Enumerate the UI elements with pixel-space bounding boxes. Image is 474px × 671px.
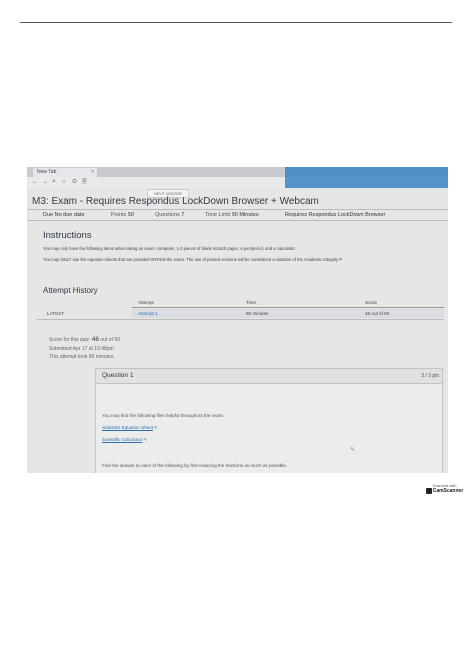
camscanner-watermark: Scanned with CamScanner [422, 483, 467, 494]
home-icon[interactable]: ⊙ [72, 177, 77, 188]
points-label: Points [111, 212, 127, 218]
statistics-sheet-link-row: Statistics Equation Sheet ⇱ [102, 425, 158, 430]
question-prompt: Find the answer to each of the following… [102, 463, 288, 468]
external-link-icon: ⇱ [154, 425, 158, 430]
reload-icon[interactable]: ○ [62, 177, 66, 188]
exam-page: HELP CENTER M3: Exam - Requires Respondu… [27, 188, 448, 473]
question-points: 3 / 3 pts [421, 373, 439, 379]
question-intro: You may find the following files helpful… [102, 413, 225, 418]
column-header-score: Score [365, 300, 378, 305]
score-prefix: Score for this quiz: [49, 337, 91, 343]
attempt-score: 46 out of 50 [365, 311, 390, 316]
browser-tab-title: New Tab [37, 169, 57, 175]
question-title: Question 1 [102, 372, 134, 379]
column-header-time: Time [246, 300, 257, 305]
question-header: Question 1 3 / 3 pts [96, 369, 442, 384]
screen-photo: New Tab × ← → × ○ ⊙ 🗎 HELP CENTER M3: Ex… [27, 167, 448, 473]
attempt-time: 90 minutes [246, 311, 269, 316]
mouse-cursor-icon: ⇖ [350, 447, 356, 453]
table-header-rule [132, 307, 444, 308]
top-rule [20, 22, 452, 23]
statistics-equation-sheet-link[interactable]: Statistics Equation Sheet [102, 425, 153, 430]
points-info: Points 50 [111, 210, 134, 220]
score-suffix: out of 50 [100, 337, 120, 343]
camscanner-logo-icon [425, 488, 432, 494]
points-value: 50 [127, 212, 134, 218]
time-limit-info: Time Limit 90 Minutes [205, 210, 259, 220]
questions-label: Questions [155, 212, 180, 218]
external-link-icon: ⇱ [143, 437, 147, 442]
questions-value: 7 [181, 212, 185, 218]
instructions-line-2: You may ONLY use the equation sheets tha… [43, 257, 343, 262]
scientific-calculator-link[interactable]: Scientific Calculator [102, 437, 142, 442]
attempt-history-heading: Attempt History [43, 286, 98, 295]
question-card: Question 1 3 / 3 pts You may find the fo… [95, 368, 443, 473]
instructions-heading: Instructions [43, 230, 92, 241]
table-bottom-rule [37, 319, 444, 320]
duration-line: This attempt took 90 minutes. [49, 354, 115, 360]
close-icon[interactable]: × [91, 168, 94, 177]
requires-lockdown: Requires Respondus LockDown Browser [285, 212, 386, 218]
browser-accent-strip [285, 167, 448, 188]
exam-meta-row: Due No due date Points 50 Questions 7 Ti… [27, 209, 448, 221]
stop-icon[interactable]: × [52, 177, 56, 188]
time-limit-label: Time Limit [205, 212, 231, 218]
time-limit-value: 90 Minutes [231, 212, 259, 218]
table-row [132, 309, 444, 318]
back-icon[interactable]: ← [32, 177, 38, 188]
score-line: Score for this quiz: 46 out of 50 [49, 336, 120, 343]
score-value: 46 [91, 336, 100, 343]
calculator-link-row: Scientific Calculator ⇱ [102, 437, 147, 442]
due-date: Due No due date [43, 212, 85, 218]
browser-tab[interactable]: New Tab × [33, 168, 97, 177]
submitted-line: Submitted Apr 17 at 10:48pm [49, 346, 114, 352]
instructions-line-1: You may only have the following items wh… [43, 246, 296, 251]
forward-icon[interactable]: → [42, 177, 48, 188]
page-title: M3: Exam - Requires Respondus LockDown B… [32, 196, 319, 207]
page-icon: 🗎 [82, 179, 87, 185]
questions-info: Questions 7 [155, 210, 184, 220]
latest-label: LATEST [47, 311, 65, 316]
camscanner-brand: CamScanner [422, 488, 467, 494]
attempt-link[interactable]: Attempt 1 [138, 311, 158, 316]
column-header-attempt: Attempt [138, 300, 154, 305]
camscanner-brand-text: CamScanner [432, 488, 464, 495]
